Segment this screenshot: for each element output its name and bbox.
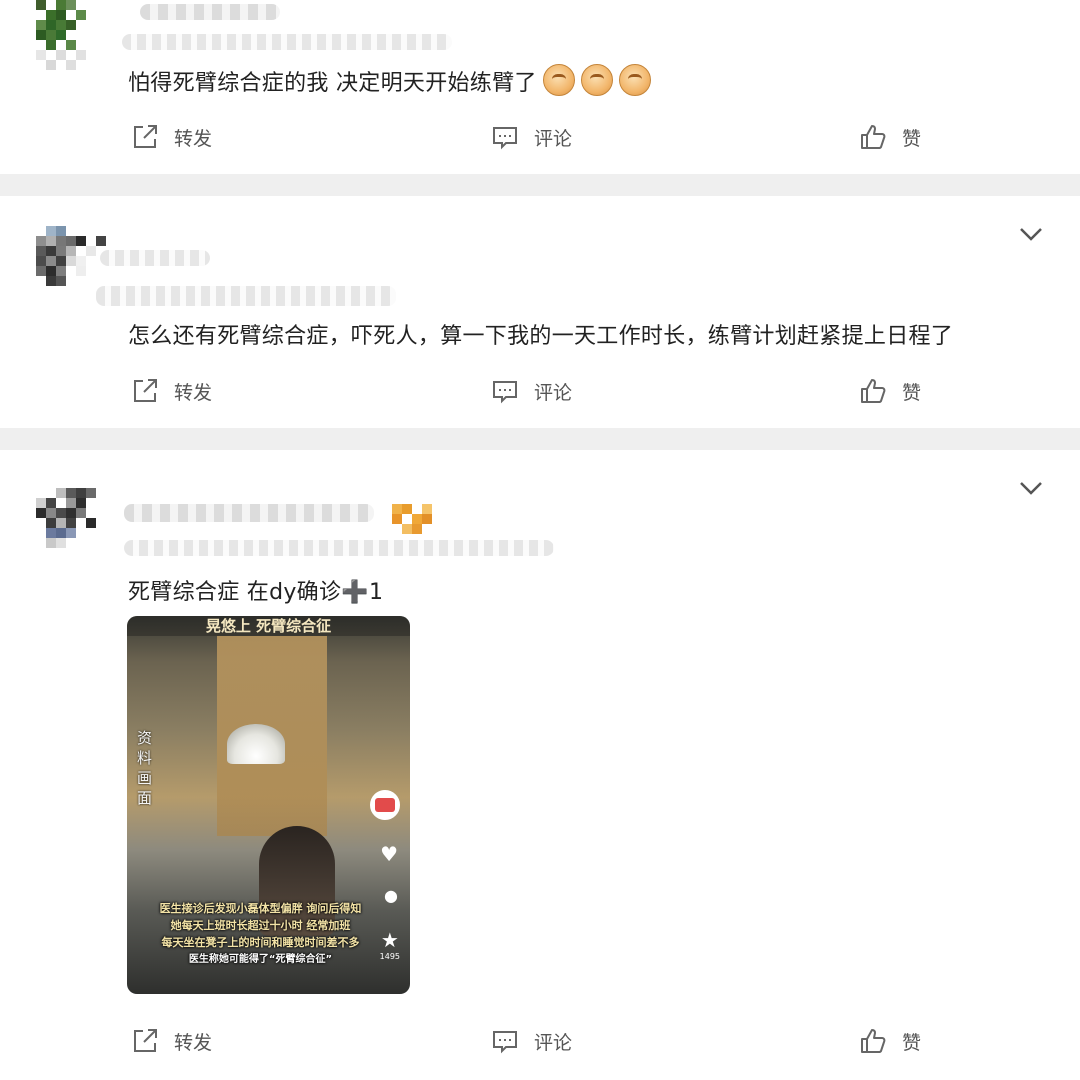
post-card-1: 怕得死臂综合症的我 决定明天开始练臂了 转发 评论 赞 (0, 0, 1080, 174)
badge-icon (392, 504, 432, 534)
comment-label: 评论 (534, 127, 573, 150)
repost-button[interactable]: 转发 (130, 122, 212, 152)
like-label: 赞 (902, 127, 922, 150)
like-label: 赞 (902, 1031, 922, 1054)
share-out-icon (134, 379, 157, 402)
comment-button[interactable]: 评论 (490, 376, 572, 406)
post-actions: 转发 评论 赞 (0, 376, 1080, 416)
comment-bubble-icon (493, 1031, 517, 1054)
post-text: 死臂综合症 在dy确诊➕1 (128, 580, 384, 605)
video-side-label: 资料画面 (137, 729, 153, 807)
username-redacted[interactable] (100, 250, 210, 266)
repost-button[interactable]: 转发 (130, 376, 212, 406)
repost-button[interactable]: 转发 (130, 1026, 212, 1056)
thumbs-up-icon (861, 1029, 886, 1053)
fist-emoji-icon (542, 64, 575, 96)
avatar[interactable] (36, 0, 86, 70)
like-button[interactable]: 赞 (858, 376, 921, 406)
repost-label: 转发 (174, 1031, 213, 1054)
repost-label: 转发 (174, 381, 213, 404)
fist-emoji-icon (580, 64, 613, 96)
video-like-icon[interactable]: ♥ (380, 842, 398, 866)
repost-label: 转发 (174, 127, 213, 150)
thumbs-up-icon (861, 125, 886, 149)
post-text: 怕得死臂综合症的我 决定明天开始练臂了 (128, 64, 651, 97)
video-caption-line: 医生接诊后发现小磊体型偏胖 询问后得知 (159, 902, 362, 915)
fist-emoji-icon (618, 64, 651, 96)
share-out-icon (134, 125, 157, 148)
like-button[interactable]: 赞 (858, 122, 921, 152)
like-label: 赞 (902, 381, 922, 404)
post-meta-redacted (124, 540, 554, 556)
username-redacted[interactable] (140, 4, 280, 20)
chevron-down-icon[interactable] (1018, 480, 1044, 496)
post-actions: 转发 评论 赞 (0, 122, 1080, 162)
username-redacted[interactable] (124, 504, 374, 522)
video-caption-line: 每天坐在凳子上的时间和睡觉时间差不多 (161, 936, 360, 949)
avatar[interactable] (36, 226, 106, 286)
avatar[interactable] (36, 488, 106, 548)
comment-bubble-icon (493, 127, 517, 150)
video-caption: 医生接诊后发现小磊体型偏胖 询问后得知 她每天上班时长超过十小时 经常加班 每天… (135, 900, 386, 968)
comment-label: 评论 (534, 1031, 573, 1054)
video-title: 晃悠上 死臂综合征 (127, 616, 410, 636)
comment-button[interactable]: 评论 (490, 122, 572, 152)
comment-button[interactable]: 评论 (490, 1026, 572, 1056)
share-out-icon (134, 1029, 157, 1052)
video-author-avatar[interactable] (370, 790, 400, 820)
video-thumbnail[interactable]: 晃悠上 死臂综合征 资料画面 ♥ ● ★ 1495 医生接诊后发现小磊体型偏胖 … (127, 616, 410, 994)
video-comment-icon[interactable]: ● (384, 886, 398, 905)
post-card-2: 怎么还有死臂综合症，吓死人，算一下我的一天工作时长，练臂计划赶紧提上日程了 转发… (0, 196, 1080, 428)
post-actions: 转发 评论 赞 (0, 1026, 1080, 1066)
thumbs-up-icon (861, 379, 886, 403)
chevron-down-icon[interactable] (1018, 226, 1044, 242)
post-text: 怎么还有死臂综合症，吓死人，算一下我的一天工作时长，练臂计划赶紧提上日程了 (128, 324, 954, 349)
comment-bubble-icon (493, 381, 517, 404)
post-meta-redacted (122, 34, 452, 50)
like-button[interactable]: 赞 (858, 1026, 921, 1056)
video-caption-line: 医生称她可能得了“死臂综合征” (188, 954, 333, 965)
comment-label: 评论 (534, 381, 573, 404)
video-caption-line: 她每天上班时长超过十小时 经常加班 (170, 919, 351, 932)
post-meta-redacted (96, 286, 396, 306)
video-scene-lamp (227, 724, 285, 764)
